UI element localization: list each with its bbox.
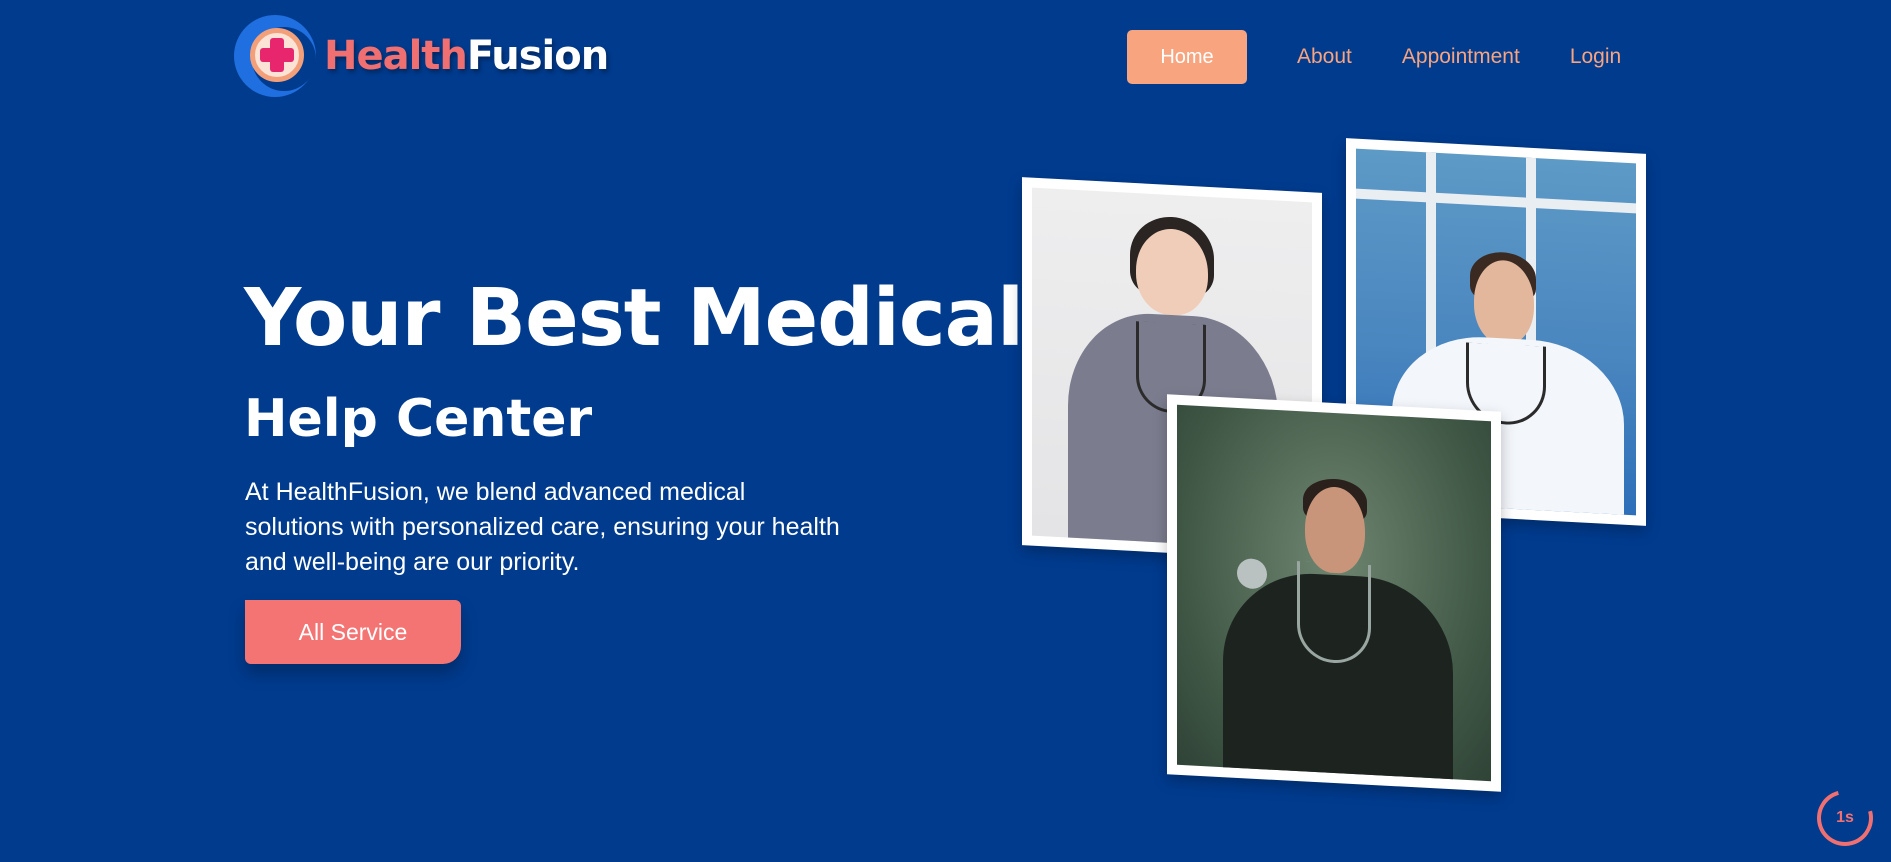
nav-appointment[interactable]: Appointment [1402,30,1520,84]
brand-name-part2: Fusion [466,33,609,79]
hero-subtitle: Help Center [244,389,593,449]
nav-about[interactable]: About [1297,30,1352,84]
timer-label: 1s [1836,809,1854,826]
doctor-photo-male-stethoscope-image [1177,404,1491,782]
page: HealthFusion Home About Appointment Logi… [0,0,1891,862]
nav-login[interactable]: Login [1570,30,1621,84]
all-service-button[interactable]: All Service [245,600,461,664]
brand-name: HealthFusion [324,33,609,79]
medical-cross-icon [234,15,318,97]
brand-name-part1: Health [324,33,468,79]
doctor-photo-male-stethoscope [1167,394,1501,792]
main-nav: Home About Appointment Login [1127,30,1621,84]
nav-home[interactable]: Home [1127,30,1247,84]
hero-description: At HealthFusion, we blend advanced medic… [245,478,840,576]
hero-title: Your Best Medical [244,272,1024,364]
brand-logo[interactable]: HealthFusion [234,15,609,97]
